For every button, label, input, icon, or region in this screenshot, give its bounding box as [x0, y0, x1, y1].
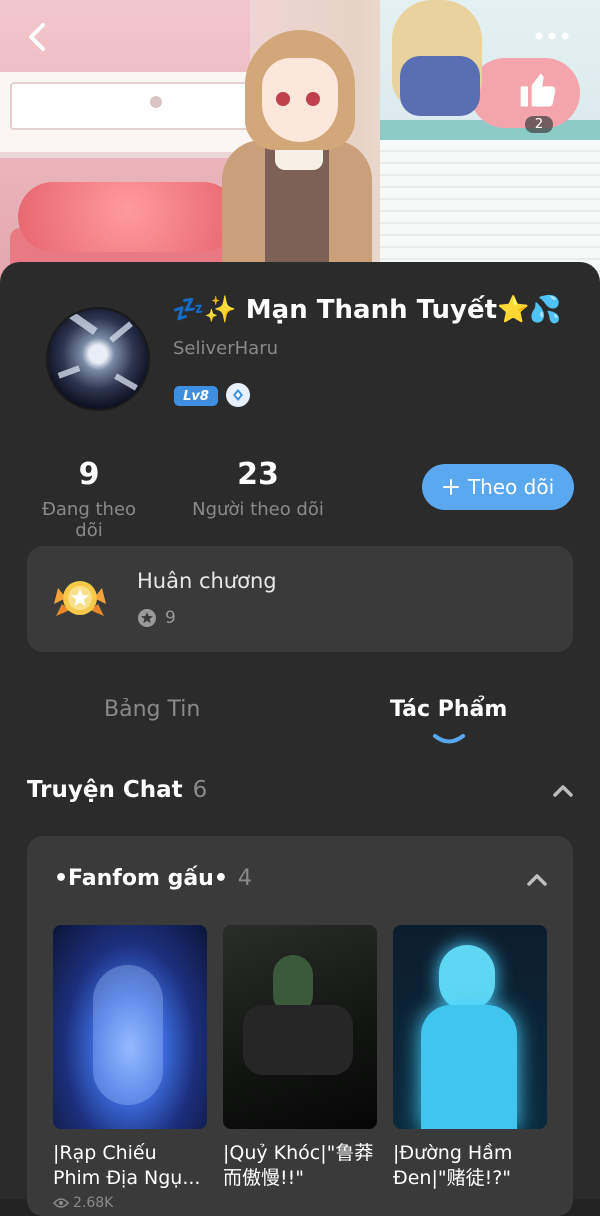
medals-panel[interactable]: [27, 546, 573, 652]
story-title: |Quỷ Khóc|"鲁莽而傲慢!!": [223, 1142, 374, 1189]
back-arrow-icon: [29, 23, 45, 51]
story-title: |Rạp Chiếu Phim Địa Ngụ...: [53, 1142, 201, 1189]
medals-count-row: 9: [137, 608, 176, 628]
star-badge-icon: [138, 609, 156, 627]
active-tab-indicator: [433, 734, 465, 744]
diamond-badge: [226, 383, 250, 407]
chevron-up-icon[interactable]: [552, 784, 574, 798]
plus-icon: [442, 479, 459, 495]
medals-title: Huân chương: [137, 569, 277, 593]
following-count: 9: [78, 457, 100, 492]
chevron-up-icon[interactable]: [526, 873, 548, 887]
followers-stat[interactable]: 23 Người theo dõi: [190, 457, 326, 520]
story-card[interactable]: |Rạp Chiếu Phim Địa Ngụ... 2.68K: [53, 925, 207, 1211]
story-cover[interactable]: [393, 925, 547, 1129]
story-cover[interactable]: [223, 925, 377, 1129]
medals-count: 9: [165, 608, 176, 628]
story-title: |Đường Hầm Đen|"赌徒!?": [393, 1142, 513, 1189]
thumbs-up-icon: [520, 73, 556, 107]
tab-works[interactable]: Tác Phẩm: [390, 697, 507, 722]
followers-label: Người theo dõi: [192, 499, 324, 520]
more-options-button[interactable]: [532, 24, 572, 48]
back-button[interactable]: [20, 20, 54, 54]
level-badge: Lv8: [174, 386, 218, 406]
profile-banner: [0, 0, 600, 290]
fandom-title-label: •Fanfom gấu•: [54, 866, 228, 891]
follow-button-label: Theo dõi: [467, 475, 555, 499]
like-button[interactable]: 2: [510, 64, 568, 136]
story-views: 2.68K: [73, 1195, 114, 1211]
story-cover[interactable]: [53, 925, 207, 1129]
story-card[interactable]: |Quỷ Khóc|"鲁莽而傲慢!!": [223, 925, 377, 1191]
like-count: 2: [524, 115, 554, 133]
tab-feed[interactable]: Bảng Tin: [104, 697, 200, 722]
section-count: 6: [192, 777, 208, 803]
story-card[interactable]: |Đường Hầm Đen|"赌徒!?": [393, 925, 547, 1191]
avatar[interactable]: [46, 307, 150, 411]
profile-name: 💤✨ Mạn Thanh Tuyết⭐💦: [172, 295, 562, 325]
profile-handle: SeliverHaru: [173, 338, 279, 359]
following-stat[interactable]: 9 Đang theo dõi: [26, 457, 152, 541]
following-label: Đang theo dõi: [41, 499, 137, 541]
story-views-row: 2.68K: [53, 1195, 207, 1211]
follow-button[interactable]: Theo dõi: [422, 464, 574, 510]
section-title: Truyện Chat 6: [27, 777, 207, 803]
fandom-title: •Fanfom gấu• 4: [54, 866, 252, 891]
medal-icon: [54, 581, 106, 616]
section-title-label: Truyện Chat: [27, 777, 183, 803]
fandom-count: 4: [237, 866, 252, 891]
diamond-icon: [233, 389, 243, 401]
followers-count: 23: [237, 457, 279, 492]
more-dots-icon: [535, 32, 569, 40]
